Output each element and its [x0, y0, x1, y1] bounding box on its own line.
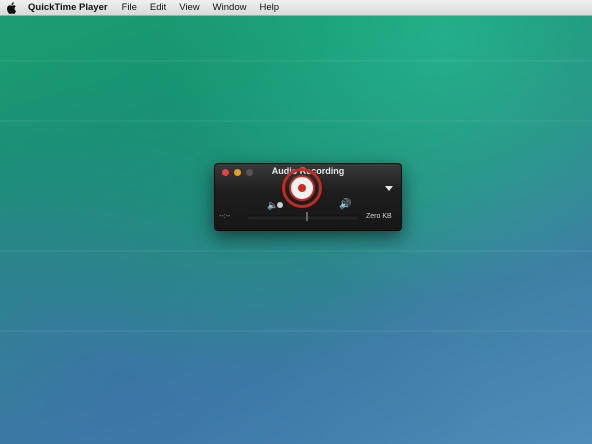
elapsed-time: --:--: [219, 213, 231, 220]
menu-app-name[interactable]: QuickTime Player: [28, 2, 108, 13]
record-icon: [298, 184, 306, 192]
playhead[interactable]: [306, 212, 308, 221]
speaker-high-icon: 🔊: [339, 199, 352, 210]
menu-bar: QuickTime Player File Edit View Window H…: [0, 0, 592, 16]
progress-track[interactable]: [248, 215, 358, 219]
apple-logo-icon[interactable]: [6, 1, 18, 14]
file-size: Zero KB: [366, 213, 392, 220]
wave-texture: [0, 330, 592, 332]
volume-slider-knob[interactable]: [277, 202, 283, 208]
record-button-face: [289, 175, 315, 201]
wave-texture: [0, 60, 592, 62]
menu-window[interactable]: Window: [213, 2, 247, 13]
wave-texture: [0, 120, 592, 122]
wave-texture: [0, 250, 592, 252]
dropdown-arrow-icon[interactable]: [385, 186, 393, 191]
menu-file[interactable]: File: [122, 2, 137, 13]
menu-help[interactable]: Help: [259, 2, 279, 13]
record-button[interactable]: [282, 168, 322, 208]
menu-view[interactable]: View: [179, 2, 199, 13]
menu-edit[interactable]: Edit: [150, 2, 166, 13]
